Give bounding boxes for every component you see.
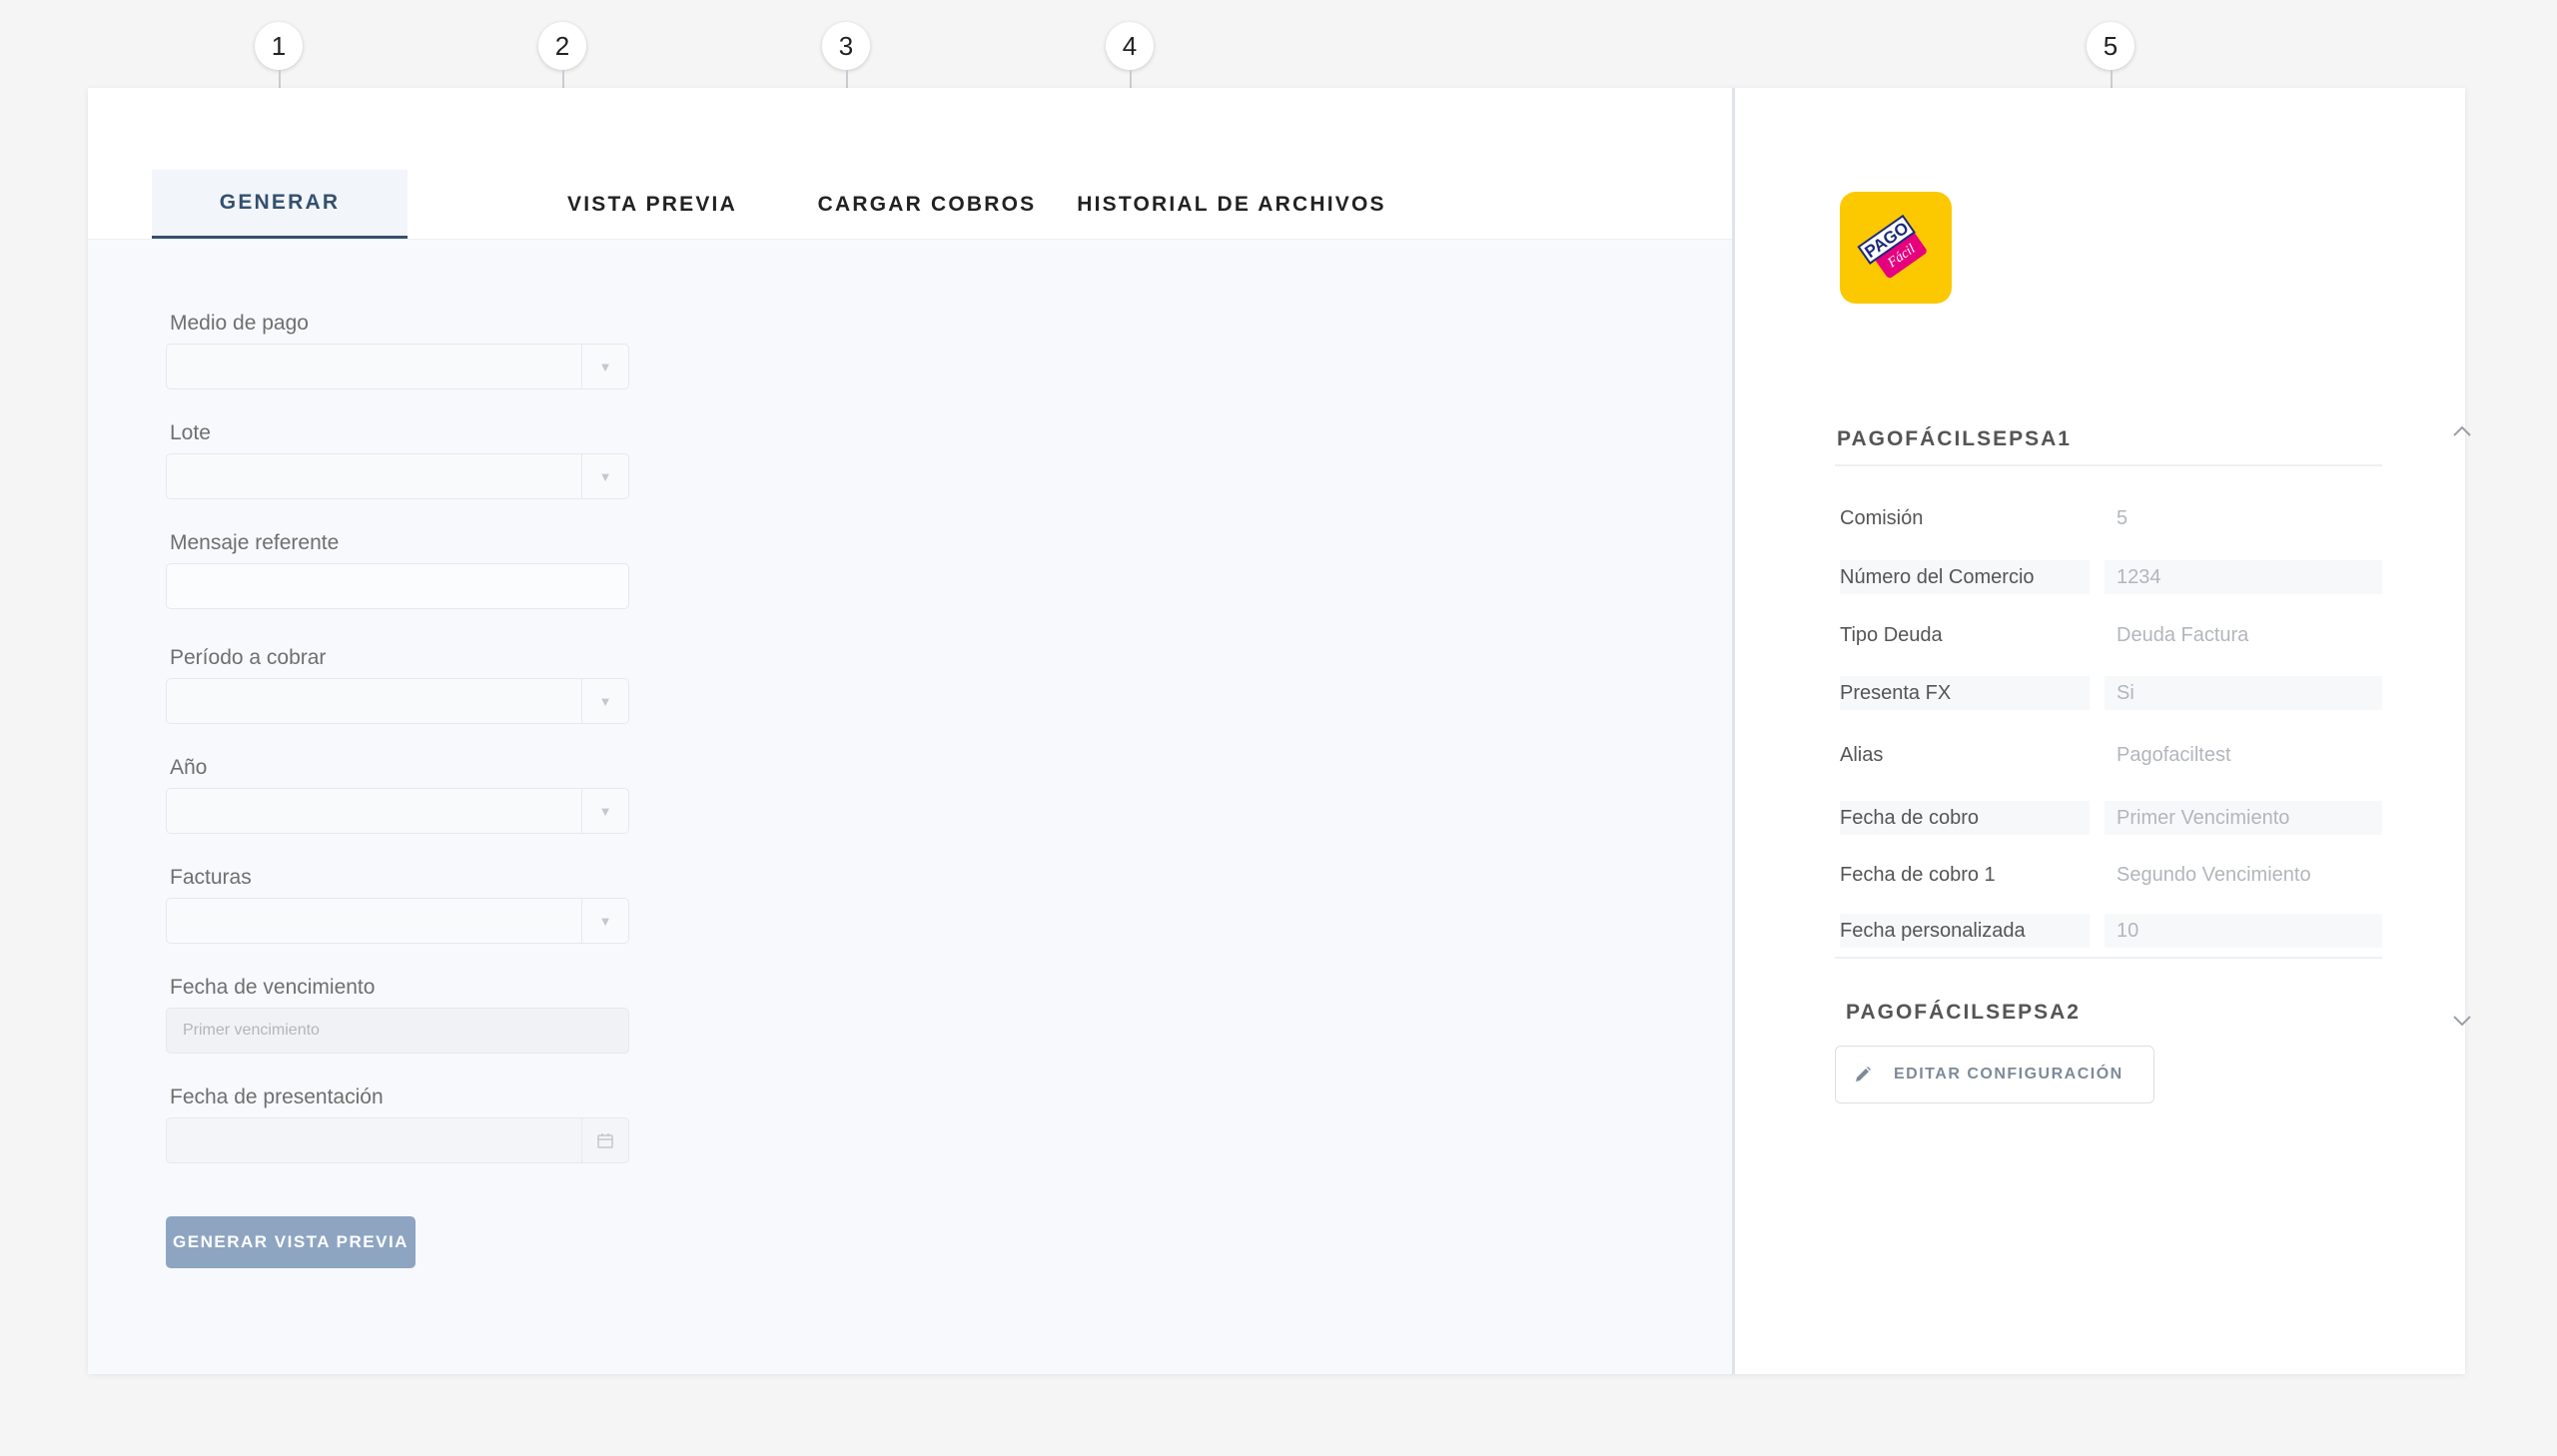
facturas-label: Facturas bbox=[170, 866, 252, 889]
fecha-presentacion-label: Fecha de presentación bbox=[170, 1086, 384, 1108]
config-row-label: Comisión bbox=[1840, 506, 1924, 529]
mensaje-referente-label: Mensaje referente bbox=[170, 531, 340, 554]
chevron-down-icon: ▼ bbox=[581, 679, 628, 723]
config-row-value: 5 bbox=[2117, 506, 2129, 529]
periodo-select[interactable]: ▼ bbox=[166, 678, 629, 724]
config-row-value: Primer Vencimiento bbox=[2105, 801, 2382, 835]
calendar-icon[interactable] bbox=[581, 1118, 628, 1162]
mensaje-referente-input[interactable] bbox=[166, 563, 629, 609]
config-row-value: Si bbox=[2105, 676, 2382, 710]
config-row-value: Deuda Factura bbox=[2117, 623, 2249, 646]
config-row-value: Segundo Vencimiento bbox=[2117, 863, 2311, 886]
callout-number: 1 bbox=[255, 22, 303, 70]
pago-facil-logo-mark: PAGO Fácil bbox=[1857, 214, 1927, 279]
chevron-down-icon[interactable] bbox=[2452, 1007, 2472, 1033]
anio-select[interactable]: ▼ bbox=[166, 788, 629, 834]
editar-configuracion-button[interactable]: EDITAR CONFIGURACIÓN bbox=[1835, 1046, 2154, 1103]
callout-number: 4 bbox=[1106, 22, 1154, 70]
lote-select[interactable]: ▼ bbox=[166, 453, 629, 499]
pago-facil-logo: PAGO Fácil bbox=[1840, 192, 1952, 304]
fecha-vencimiento-label: Fecha de vencimiento bbox=[170, 976, 376, 999]
tab-generar[interactable]: GENERAR bbox=[152, 170, 408, 239]
fecha-presentacion-datepicker[interactable] bbox=[166, 1117, 629, 1163]
callout-number: 5 bbox=[2087, 22, 2134, 70]
callout-number: 2 bbox=[538, 22, 586, 70]
config-row-value: 10 bbox=[2105, 914, 2382, 948]
section-divider bbox=[1835, 464, 2382, 466]
facturas-select[interactable]: ▼ bbox=[166, 898, 629, 944]
chevron-down-icon: ▼ bbox=[581, 345, 628, 388]
medio-de-pago-label: Medio de pago bbox=[170, 312, 309, 335]
generar-vista-previa-button[interactable]: GENERAR VISTA PREVIA bbox=[166, 1216, 416, 1268]
chevron-down-icon: ▼ bbox=[581, 454, 628, 498]
main-card: GENERAR VISTA PREVIA CARGAR COBROS HISTO… bbox=[88, 88, 2471, 1374]
config-row-label: Fecha de cobro bbox=[1840, 801, 2090, 835]
chevron-down-icon: ▼ bbox=[581, 789, 628, 833]
fecha-vencimiento-field: Primer vencimiento bbox=[166, 1008, 629, 1054]
config-row-label: Fecha de cobro 1 bbox=[1840, 863, 1996, 886]
periodo-label: Período a cobrar bbox=[170, 646, 327, 669]
section-1-header[interactable]: PAGOFÁCILSEPSA1 bbox=[1837, 427, 2072, 451]
tab-historial-de-archivos[interactable]: HISTORIAL DE ARCHIVOS bbox=[987, 170, 1476, 239]
section-2-header[interactable]: PAGOFÁCILSEPSA2 bbox=[1846, 1001, 2081, 1025]
section-divider bbox=[1835, 957, 2382, 959]
config-row-label: Presenta FX bbox=[1840, 676, 2090, 710]
anio-label: Año bbox=[170, 756, 208, 779]
chevron-up-icon[interactable] bbox=[2452, 417, 2472, 443]
callout-number: 3 bbox=[822, 22, 870, 70]
config-panel: PAGO Fácil PAGOFÁCILSEPSA1 Comisión 5 Nú… bbox=[1735, 88, 2471, 1374]
medio-de-pago-select[interactable]: ▼ bbox=[166, 344, 629, 389]
config-row-label: Fecha personalizada bbox=[1840, 914, 2090, 948]
pencil-icon bbox=[1854, 1066, 1872, 1084]
editar-configuracion-label: EDITAR CONFIGURACIÓN bbox=[1894, 1066, 2124, 1083]
chevron-down-icon: ▼ bbox=[581, 899, 628, 943]
config-row-label: Número del Comercio bbox=[1840, 560, 2090, 594]
config-row-value: Pagofaciltest bbox=[2117, 743, 2231, 766]
config-row-label: Tipo Deuda bbox=[1840, 623, 1943, 646]
config-row-label: Alias bbox=[1840, 743, 1884, 766]
lote-label: Lote bbox=[170, 421, 211, 444]
config-row-value: 1234 bbox=[2105, 560, 2382, 594]
tab-bar: GENERAR VISTA PREVIA CARGAR COBROS HISTO… bbox=[88, 88, 1732, 240]
generate-panel: GENERAR VISTA PREVIA CARGAR COBROS HISTO… bbox=[88, 88, 1735, 1374]
